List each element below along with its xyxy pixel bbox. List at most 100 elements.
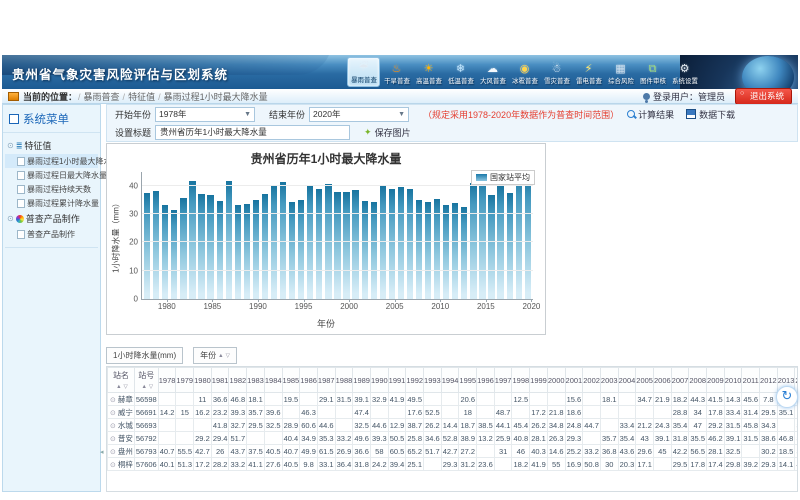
start-year-select[interactable]: 1978年 ▼ [155,107,255,122]
table-row[interactable]: ⊙威宁5669114.21516.223.239.335.739.646.347… [108,406,799,419]
column-header-year[interactable]: 2005 [636,368,654,393]
refresh-icon[interactable]: ↻ [776,386,798,408]
column-header-station-name[interactable]: 站名▲▽ [108,368,135,393]
logout-button[interactable]: 退出系统 [735,88,792,105]
column-header-year[interactable]: 1984 [264,368,282,393]
breadcrumb-segment[interactable]: 特征值 [128,92,155,102]
column-header-year[interactable]: 2007 [671,368,689,393]
year-field-chip[interactable]: 年份 ▲ ▽ [193,347,237,364]
column-header-year[interactable]: 1996 [477,368,495,393]
value-cell: 27.6 [264,458,282,471]
sort-asc-icon[interactable]: ▲ [116,384,121,390]
sort-desc-icon[interactable]: ▽ [124,384,128,390]
end-year-select[interactable]: 2020年 ▼ [309,107,409,122]
column-header-year[interactable]: 1979 [176,368,194,393]
table-row[interactable]: ⊙赫章565981136.646.818.119.529.131.539.132… [108,393,799,406]
chart-title-input[interactable]: 贵州省历年1小时最大降水量 [155,125,350,140]
column-header-year[interactable]: 1986 [300,368,318,393]
column-header-year[interactable]: 1990 [370,368,388,393]
column-header-year[interactable]: 1994 [441,368,459,393]
sidebar-item[interactable]: 暴雨过程累计降水量 [5,196,98,210]
value-cell: 55.5 [176,445,194,458]
column-header-year[interactable]: 1993 [424,368,442,393]
calc-result-button[interactable]: 计算结果 [627,108,674,121]
column-header-year[interactable]: 2008 [689,368,707,393]
value-cell: 25.2 [565,445,583,458]
value-field-chip[interactable]: 1小时降水量(mm) [106,347,183,364]
value-cell: 39.4 [388,458,406,471]
column-header-year[interactable]: 1982 [229,368,247,393]
x-axis-label: 年份 [107,317,545,330]
save-image-button[interactable]: ✦ 保存图片 [364,126,411,139]
collapse-splitter-icon[interactable]: ◂ [100,448,104,456]
row-expand-icon[interactable]: ⊙ [110,436,116,443]
table-row[interactable]: ⊙水城5669341.832.729.532.528.960.644.632.5… [108,419,799,432]
table-row[interactable]: ⊙盘州5679340.755.542.72643.737.540.540.749… [108,445,799,458]
column-header-year[interactable]: 1992 [406,368,424,393]
column-header-year[interactable]: 1987 [317,368,335,393]
sidebar-item[interactable]: 暴雨过程日最大降水量 [5,168,98,182]
nav-item[interactable]: ♨干旱普查 [381,57,412,87]
column-header-year[interactable]: 2006 [653,368,671,393]
column-header-year[interactable]: 2012 [760,368,778,393]
x-tick-label: 2005 [386,302,404,311]
value-cell: 35.4 [618,432,636,445]
value-cell: 24.8 [565,419,583,432]
column-header-year[interactable]: 1988 [335,368,353,393]
column-header-year[interactable]: 1983 [247,368,265,393]
nav-item[interactable]: ⚡雷电普查 [573,57,604,87]
row-expand-icon[interactable]: ⊙ [110,423,116,430]
sidebar-item[interactable]: 普查产品制作 [5,227,98,241]
sidebar-item[interactable]: 暴雨过程持续天数 [5,182,98,196]
nav-item[interactable]: ☁大风普查 [477,57,508,87]
row-expand-icon[interactable]: ⊙ [110,410,116,417]
sort-asc-icon[interactable]: ▲ [141,384,146,390]
column-header-year[interactable]: 2011 [742,368,760,393]
column-header-year[interactable]: 1991 [388,368,406,393]
column-header-year[interactable]: 1998 [512,368,530,393]
row-expand-icon[interactable]: ⊙ [110,462,116,469]
expand-icon[interactable]: ⊙ [7,214,14,223]
table-row[interactable]: ⊙桐梓5760640.151.317.228.233.241.127.640.5… [108,458,799,471]
column-header-year[interactable]: 2009 [707,368,725,393]
column-header-station-id[interactable]: 站号▲▽ [134,368,158,393]
nav-item[interactable]: ⚙系统设置 [669,57,700,87]
column-header-year[interactable]: 2001 [565,368,583,393]
tree-group[interactable]: ⊙≣特征值 [5,137,98,154]
data-download-button[interactable]: 数据下载 [686,108,735,121]
column-header-year[interactable]: 2003 [600,368,618,393]
sort-desc-icon[interactable]: ▽ [226,353,230,359]
column-header-year[interactable]: 2014 [795,368,798,393]
nav-item[interactable]: ▦综合风险 [605,57,636,87]
sort-desc-icon[interactable]: ▽ [149,384,153,390]
column-header-year[interactable]: 1980 [194,368,212,393]
tree-group[interactable]: ⊙普查产品制作 [5,210,98,227]
breadcrumb-segment[interactable]: 暴雨过程1小时最大降水量 [164,92,268,102]
nav-item[interactable]: ⧉图件审核 [637,57,668,87]
column-header-year[interactable]: 2000 [547,368,565,393]
column-header-year[interactable]: 1997 [494,368,512,393]
column-header-year[interactable]: 1985 [282,368,300,393]
column-header-year[interactable]: 1995 [459,368,477,393]
sidebar-item[interactable]: 暴雨过程1小时最大降水量 [5,154,98,168]
column-header-year[interactable]: 2010 [724,368,742,393]
nav-item[interactable]: ◉冰雹普查 [509,57,540,87]
column-header-year[interactable]: 1978 [158,368,176,393]
bar [416,200,422,299]
value-cell: 44.6 [370,419,388,432]
nav-item[interactable]: ❄低温普查 [445,57,476,87]
sort-asc-icon[interactable]: ▲ [218,353,223,359]
column-header-year[interactable]: 2004 [618,368,636,393]
row-expand-icon[interactable]: ⊙ [110,449,116,456]
table-row[interactable]: ⊙普安5679229.229.451.740.434.935.333.249.6… [108,432,799,445]
row-expand-icon[interactable]: ⊙ [110,397,116,404]
column-header-year[interactable]: 1981 [211,368,229,393]
column-header-year[interactable]: 1999 [530,368,548,393]
nav-item[interactable]: ☀高温普查 [413,57,444,87]
nav-item[interactable]: ☃雪灾普查 [541,57,572,87]
expand-icon[interactable]: ⊙ [7,141,14,150]
breadcrumb-segment[interactable]: 暴雨普查 [84,92,120,102]
column-header-year[interactable]: 2002 [583,368,601,393]
nav-item[interactable]: ☔暴雨普查 [347,57,380,87]
column-header-year[interactable]: 1989 [353,368,371,393]
